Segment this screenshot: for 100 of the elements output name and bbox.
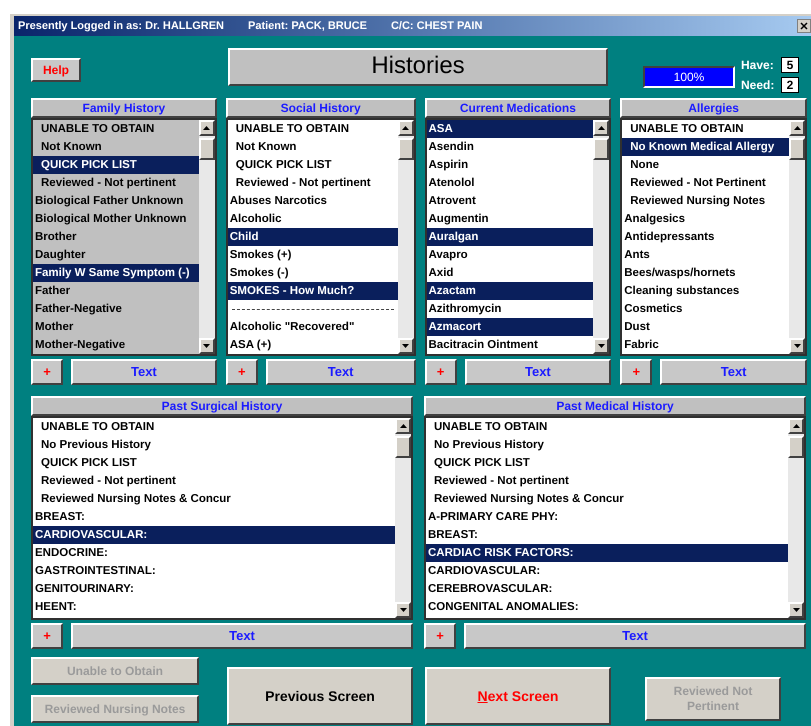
scrollbar[interactable] xyxy=(788,418,804,618)
list-item[interactable]: BREAST: xyxy=(33,508,395,526)
list-item[interactable]: Child xyxy=(228,228,398,246)
list-item[interactable]: CEREBROVASCULAR: xyxy=(426,580,788,598)
list-item[interactable]: Asendin xyxy=(426,138,594,156)
scrollbar[interactable] xyxy=(395,418,411,618)
list-item[interactable]: Reviewed - Not Pertinent xyxy=(622,174,789,192)
scroll-down-icon[interactable] xyxy=(395,602,411,618)
list-item[interactable]: Bees/wasps/hornets xyxy=(622,264,789,282)
text-button[interactable]: Text xyxy=(660,359,807,385)
list-item[interactable]: No Previous History xyxy=(426,436,788,454)
scroll-down-icon[interactable] xyxy=(788,602,804,618)
list-box[interactable] xyxy=(424,416,806,620)
count-value: 5 xyxy=(781,57,799,73)
list-item[interactable]: GASTROINTESTINAL: xyxy=(33,562,395,580)
list-item[interactable]: Cleaning substances xyxy=(622,282,789,300)
list-item[interactable]: None xyxy=(622,156,789,174)
list-item[interactable]: No Previous History xyxy=(33,436,395,454)
list-box[interactable]: UNABLE TO OBTAIN Not Known QUICK PICK LIST Reviewed - Not pertinent Abuses Narcotics Alcoholic Child Smokes (+) Smokes (-) SMOKES - How Much? Alcoholic "Recovered" ASA (+) xyxy=(226,118,416,356)
list-header: Past Surgical History xyxy=(31,396,413,416)
scroll-down-icon[interactable] xyxy=(398,338,414,354)
scroll-down-icon[interactable] xyxy=(789,338,805,354)
list-header: Family History xyxy=(31,98,217,118)
list-item[interactable]: Atenolol xyxy=(426,174,594,192)
list-item[interactable]: Azactam xyxy=(426,282,594,300)
list-item[interactable]: Axid xyxy=(426,264,594,282)
list-item[interactable]: ASA (+) xyxy=(228,336,398,354)
list-item[interactable]: Auralgan xyxy=(426,228,594,246)
list-item[interactable]: UNABLE TO OBTAIN xyxy=(426,418,788,436)
list-item[interactable]: Cosmetics xyxy=(622,300,789,318)
list-box[interactable]: ASA Asendin Aspirin Atenolol Atrovent Augmentin Auralgan Avapro Axid Azactam Azithromycin Azmacort Bacitracin Ointment xyxy=(424,118,612,356)
list-item[interactable]: ASA xyxy=(426,120,594,138)
scroll-down-icon[interactable] xyxy=(593,338,610,354)
scrollbar[interactable] xyxy=(789,120,805,354)
list-item[interactable]: Aspirin xyxy=(426,156,594,174)
text-button[interactable]: Text xyxy=(71,623,413,649)
screen-title: Histories xyxy=(228,48,608,86)
scroll-thumb[interactable] xyxy=(395,436,411,458)
list-item[interactable]: Alcoholic "Recovered" xyxy=(228,318,398,336)
list-item[interactable]: Reviewed - Not pertinent xyxy=(33,472,395,490)
list-item[interactable]: BREAST: xyxy=(426,526,788,544)
scroll-thumb[interactable] xyxy=(788,436,804,458)
scrollbar[interactable] xyxy=(593,120,610,354)
list-item[interactable]: Smokes (+) xyxy=(228,246,398,264)
text-button[interactable]: Text xyxy=(266,359,416,385)
navigation-button[interactable]: Previous Screen xyxy=(227,667,413,725)
count-label: Need: xyxy=(741,77,776,94)
patient-name: Patient: PACK, BRUCE xyxy=(248,18,367,34)
list-item[interactable]: Smokes (-) xyxy=(228,264,398,282)
list-item[interactable]: A-PRIMARY CARE PHY: xyxy=(426,508,788,526)
list-item[interactable]: ENDOCRINE: xyxy=(33,544,395,562)
list-item[interactable]: CARDIAC RISK FACTORS: xyxy=(426,544,788,562)
list-item[interactable]: Antidepressants xyxy=(622,228,789,246)
list-item[interactable]: CONGENITAL ANOMALIES: xyxy=(426,598,788,616)
list-header: Current Medications xyxy=(424,98,612,118)
list-item[interactable]: Fabric xyxy=(622,336,789,354)
scroll-up-icon[interactable] xyxy=(593,120,610,136)
list-item[interactable]: Reviewed Nursing Notes & Concur xyxy=(426,490,788,508)
list-item[interactable]: Atrovent xyxy=(426,192,594,210)
list-item[interactable]: QUICK PICK LIST xyxy=(228,156,398,174)
list-item[interactable]: Reviewed Nursing Notes xyxy=(622,192,789,210)
list-item[interactable]: Not Known xyxy=(228,138,398,156)
list-item[interactable]: Avapro xyxy=(426,246,594,264)
list-item[interactable]: Ants xyxy=(622,246,789,264)
list-item[interactable]: Alcoholic xyxy=(228,210,398,228)
list-item[interactable]: UNABLE TO OBTAIN xyxy=(622,120,789,138)
list-item[interactable]: Azmacort xyxy=(426,318,594,336)
list-item[interactable]: QUICK PICK LIST xyxy=(33,454,395,472)
list-box[interactable]: UNABLE TO OBTAIN No Known Medical Allergy None Reviewed - Not Pertinent Reviewed Nursing Notes Analgesics Antidepressants Ants Bees/wasps/hornets Cleaning substances Cosmetics Dust Fabric xyxy=(620,118,807,356)
list-item[interactable]: UNABLE TO OBTAIN xyxy=(228,120,398,138)
scroll-thumb[interactable] xyxy=(593,138,610,160)
list-item[interactable]: UNABLE TO OBTAIN xyxy=(33,418,395,436)
scroll-up-icon[interactable] xyxy=(789,120,805,136)
list-item[interactable]: Reviewed - Not pertinent xyxy=(426,472,788,490)
scrollbar[interactable] xyxy=(398,120,414,354)
list-box[interactable]: UNABLE TO OBTAIN No Previous History QUICK PICK LIST Reviewed - Not pertinent Reviewed Nursing Notes & Concur BREAST: CARDIOVASCULAR: ENDOCRINE: GASTROINTESTINAL: GENITOURINARY: HEENT: xyxy=(31,416,413,620)
close-icon[interactable] xyxy=(797,19,811,33)
text-button[interactable]: Text xyxy=(464,359,612,385)
scroll-thumb[interactable] xyxy=(398,138,414,160)
list-item[interactable]: CARDIOVASCULAR: xyxy=(426,562,788,580)
list-item[interactable]: HEENT: xyxy=(33,598,395,616)
list-item[interactable]: Reviewed Nursing Notes & Concur xyxy=(33,490,395,508)
list-item[interactable]: Augmentin xyxy=(426,210,594,228)
list-item[interactable]: Dust xyxy=(622,318,789,336)
list-item[interactable]: QUICK PICK LIST xyxy=(426,454,788,472)
list-item[interactable]: CARDIOVASCULAR: xyxy=(33,526,395,544)
list-item[interactable]: No Known Medical Allergy xyxy=(622,138,789,156)
list-header: Social History xyxy=(226,98,416,118)
list-item[interactable]: Abuses Narcotics xyxy=(228,192,398,210)
list-item[interactable]: Reviewed - Not pertinent xyxy=(228,174,398,192)
text-button[interactable]: Text xyxy=(464,623,806,649)
scroll-thumb[interactable] xyxy=(789,138,805,160)
scroll-up-icon[interactable] xyxy=(395,418,411,434)
list-item[interactable]: SMOKES - How Much? xyxy=(228,282,398,300)
list-item[interactable]: Analgesics xyxy=(622,210,789,228)
list-item[interactable]: Azithromycin xyxy=(426,300,594,318)
list-item[interactable]: Bacitracin Ointment xyxy=(426,336,594,354)
list-item[interactable]: GENITOURINARY: xyxy=(33,580,395,598)
scroll-up-icon[interactable] xyxy=(788,418,804,434)
scroll-up-icon[interactable] xyxy=(398,120,414,136)
